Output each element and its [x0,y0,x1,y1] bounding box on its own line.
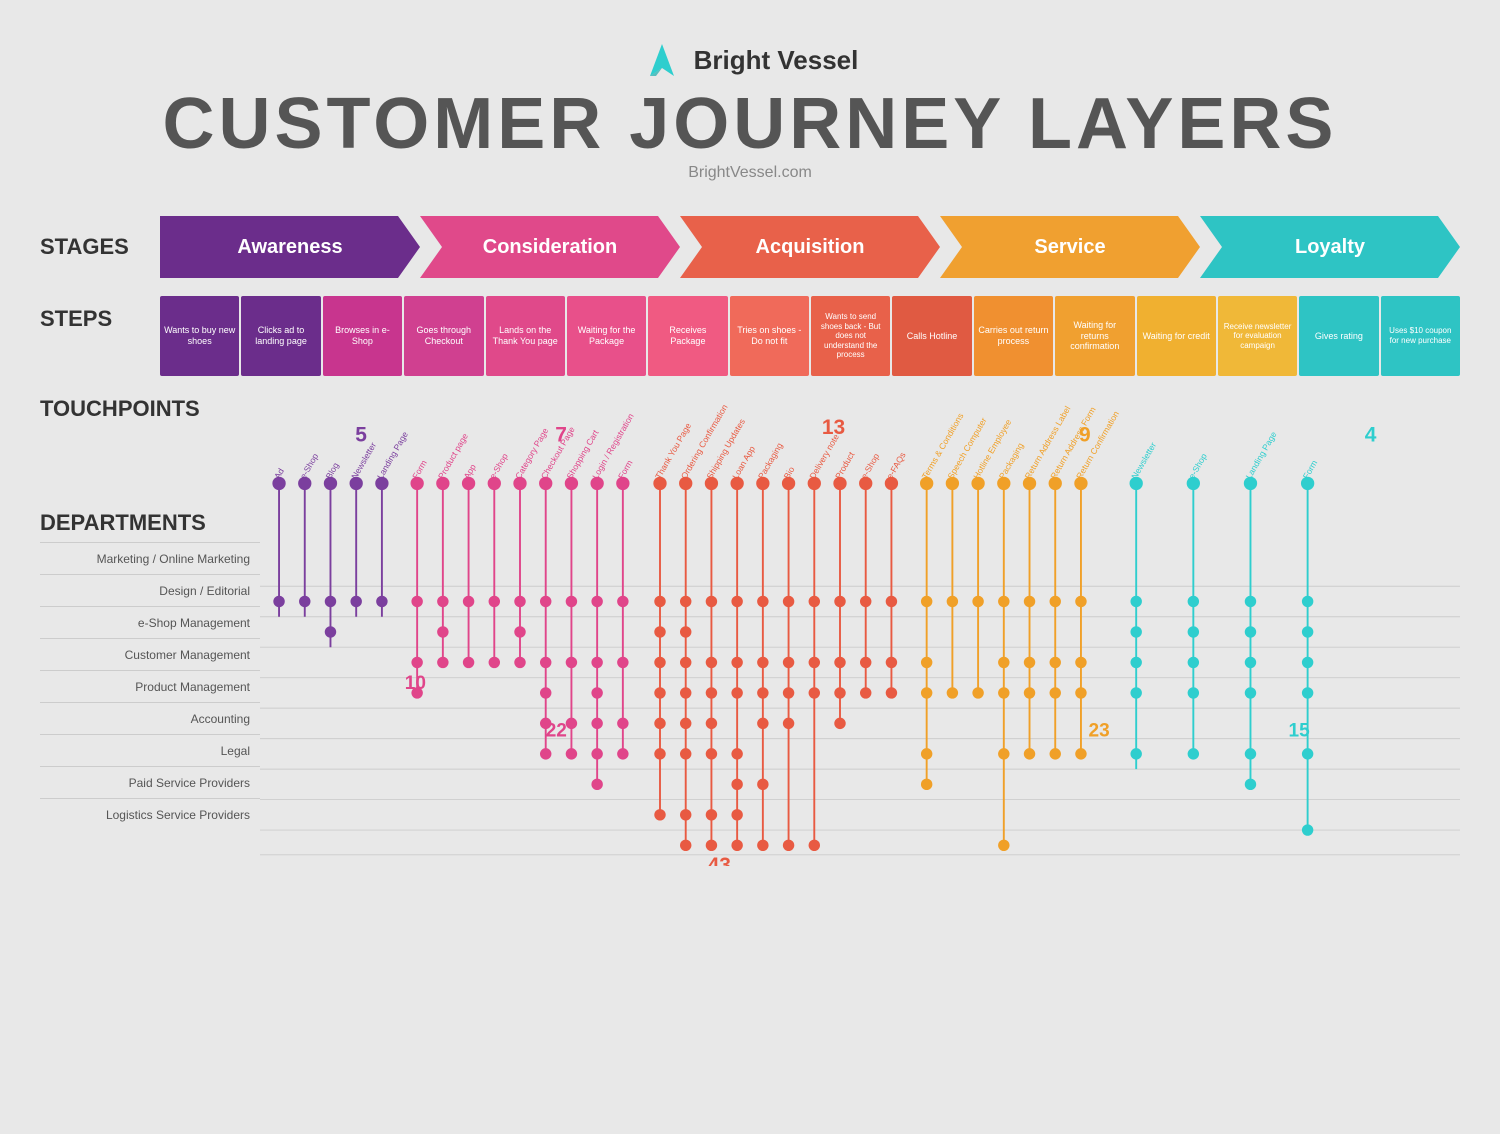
svg-text:Newsletter: Newsletter [1129,440,1158,480]
svg-text:e-Shop: e-Shop [487,451,510,480]
tp-col-4: Landing Page [375,430,410,617]
step-3: Browses in e-Shop [323,296,402,376]
stage-awareness: Awareness [160,216,420,278]
steps-bar: Wants to buy new shoes Clicks ad to land… [160,296,1460,376]
dept-accounting: Accounting [40,702,260,734]
tp-col-7: App [462,462,478,668]
chart-svg: .tp-dot { r: 6; } .tp-line { stroke-widt… [260,396,1460,866]
subtitle: BrightVessel.com [688,164,812,182]
stages-row: STAGES Awareness Consideration Acquisiti… [40,216,1460,278]
stages-bar: Awareness Consideration Acquisition Serv… [160,216,1460,278]
tp-col-19: Bio [782,465,797,851]
svg-text:e-Shop: e-Shop [1186,451,1209,480]
count-logistics: 43 [708,854,731,866]
main-title: CUSTOMER JOURNEY LAYERS [163,88,1338,160]
count-accounting-consideration: 22 [546,721,567,742]
tp-col-8: e-Shop [487,451,510,668]
chart-section: TOUCHPOINTS DEPARTMENTS Marketing / Onli… [40,396,1460,871]
logo-icon [642,40,682,80]
svg-text:Return Address Label: Return Address Label [1023,404,1073,480]
dept-logistics: Logistics Service Providers [40,798,260,830]
svg-text:App: App [462,462,478,480]
step-15: Gives rating [1299,296,1378,376]
tp-col-22: e-Shop [859,451,882,698]
header: Bright Vessel CUSTOMER JOURNEY LAYERS Br… [40,20,1460,192]
count-accounting-service: 23 [1089,721,1110,742]
chart-area: .tp-dot { r: 6; } .tp-line { stroke-widt… [260,396,1460,871]
svg-text:Form: Form [410,458,429,480]
svg-text:Product: Product [833,449,857,480]
step-6: Waiting for the Package [567,296,646,376]
svg-text:Form: Form [616,458,635,480]
tp-col-30: Return Confirmation [1074,409,1121,760]
step-2: Clicks ad to landing page [241,296,320,376]
stage-acquisition: Acquisition [680,216,940,278]
step-12: Waiting for returns confirmation [1055,296,1134,376]
count-awareness: 5 [355,423,367,446]
svg-text:Packaging: Packaging [997,441,1026,481]
svg-text:Landing Page: Landing Page [1244,430,1279,481]
svg-text:Form: Form [1301,458,1320,480]
tp-col-2: Blog [324,461,341,648]
tp-col-23: e-FAQs [885,450,908,698]
dept-rows: Marketing / Online Marketing Design / Ed… [40,542,260,830]
dept-marketing: Marketing / Online Marketing [40,542,260,574]
svg-text:e-FAQs: e-FAQs [885,450,908,480]
svg-text:Blog: Blog [324,461,341,481]
tp-col-1: e-Shop [298,451,321,616]
step-1: Wants to buy new shoes [160,296,239,376]
svg-text:Landing Page: Landing Page [375,430,410,481]
page: Bright Vessel CUSTOMER JOURNEY LAYERS Br… [0,0,1500,891]
svg-text:Bio: Bio [782,465,797,481]
step-8: Tries on shoes - Do not fit [730,296,809,376]
tp-col-27: Packaging [997,441,1026,851]
svg-text:e-Shop: e-Shop [859,451,882,480]
dept-customer: Customer Management [40,638,260,670]
tp-col-32: e-Shop [1186,451,1209,759]
step-7: Receives Package [648,296,727,376]
tp-col-3: Newsletter [349,440,378,616]
logo-row: Bright Vessel [642,40,859,80]
left-labels: TOUCHPOINTS DEPARTMENTS Marketing / Onli… [40,396,260,871]
tp-col-20: Delivery note [807,432,841,851]
logo-text: Bright Vessel [694,45,859,76]
dept-legal: Legal [40,734,260,766]
dept-paid: Paid Service Providers [40,766,260,798]
tp-col-31: Newsletter [1129,440,1158,769]
tp-col-33: Landing Page [1244,430,1279,790]
dept-eshop: e-Shop Management [40,606,260,638]
svg-text:Ad: Ad [272,466,286,480]
svg-text:Loan App: Loan App [730,444,757,481]
svg-text:Packaging: Packaging [756,441,785,481]
touchpoints-label: TOUCHPOINTS [40,396,260,422]
tp-col-6: Product page [436,431,470,668]
tp-col-15: Ordering Confirmation [679,402,730,851]
svg-text:Ordering Confirmation: Ordering Confirmation [679,402,730,480]
dept-product: Product Management [40,670,260,702]
steps-label: STEPS [40,296,160,332]
svg-text:e-Shop: e-Shop [298,451,321,480]
tp-col-5: Form [410,458,429,698]
count-loyalty: 4 [1365,423,1377,446]
step-13: Waiting for credit [1137,296,1216,376]
step-10: Calls Hotline [892,296,971,376]
stages-label: STAGES [40,234,160,260]
tp-col-0: Ad [272,466,286,616]
step-5: Lands on the Thank You page [486,296,565,376]
steps-row: STEPS Wants to buy new shoes Clicks ad t… [40,296,1460,376]
stage-consideration: Consideration [420,216,680,278]
step-9: Wants to send shoes back - But does not … [811,296,890,376]
count-customer-mgmt: 10 [405,673,426,694]
tp-col-21: Product [833,449,857,729]
stage-service: Service [940,216,1200,278]
step-11: Carries out return process [974,296,1053,376]
tp-col-13: Form [616,458,635,759]
step-14: Receive newsletter for evaluation campai… [1218,296,1297,376]
step-16: Uses $10 coupon for new purchase [1381,296,1460,376]
dept-design: Design / Editorial [40,574,260,606]
tp-col-18: Packaging [756,441,785,851]
departments-label: DEPARTMENTS [40,510,260,536]
step-4: Goes through Checkout [404,296,483,376]
stage-loyalty: Loyalty [1200,216,1460,278]
